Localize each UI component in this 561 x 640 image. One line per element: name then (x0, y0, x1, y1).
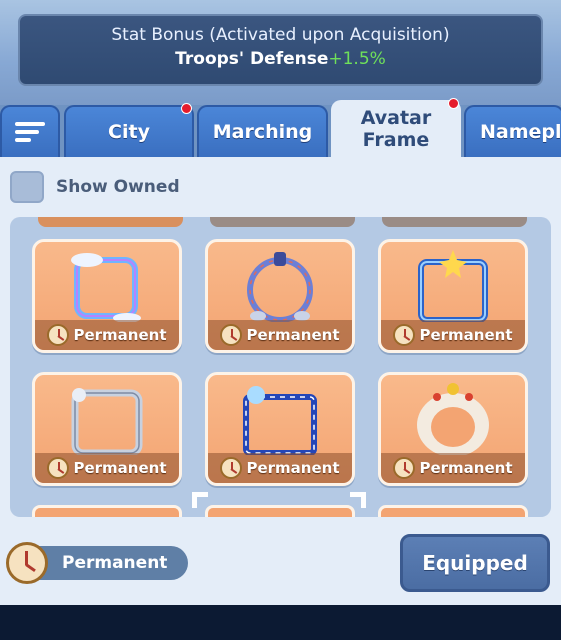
show-owned-checkbox[interactable] (10, 171, 44, 203)
tab-marching-label: Marching (212, 121, 313, 143)
lion-dance-frame-icon (417, 383, 489, 455)
clock-icon (47, 457, 70, 479)
clock-icon (393, 324, 416, 346)
selection-corner (350, 492, 366, 508)
duration-band: Permanent (208, 453, 352, 483)
clock-icon (220, 324, 243, 346)
duration-label: Permanent (419, 326, 513, 344)
partial-card (210, 217, 355, 227)
ice-star-frame-icon (418, 250, 488, 322)
show-owned-label: Show Owned (56, 177, 180, 197)
stat-bonus-value: +1.5% (328, 49, 386, 69)
partial-card (382, 217, 527, 227)
filter-icon (15, 120, 45, 144)
equipped-button[interactable]: Equipped (400, 534, 550, 592)
tab-city-label: City (108, 121, 150, 143)
frame-card[interactable]: Permanent (205, 239, 355, 353)
bottom-bar (0, 605, 561, 640)
frame-grid[interactable]: Permanent Permanent Permanent Permanent … (10, 217, 551, 517)
show-owned-toggle[interactable]: Show Owned (10, 171, 180, 203)
frame-card[interactable]: Permanent (32, 372, 182, 486)
equipped-button-label: Equipped (422, 551, 528, 575)
frame-card[interactable]: Permanent (378, 239, 528, 353)
frame-card[interactable]: Permanent (205, 372, 355, 486)
clock-icon (6, 542, 48, 584)
duration-label: Permanent (246, 326, 340, 344)
duration-band: Permanent (381, 453, 525, 483)
category-tabs: City Marching Avatar Frame Namepla (0, 98, 561, 158)
stat-bonus-label: Troops' Defense (175, 49, 329, 69)
duration-label: Permanent (73, 459, 167, 477)
duration-band: Permanent (35, 453, 179, 483)
frame-card[interactable]: Permanent (32, 239, 182, 353)
selection-corner (192, 492, 208, 508)
silver-mech-frame-icon (71, 388, 143, 455)
clock-icon (393, 457, 416, 479)
duration-band: Permanent (381, 320, 525, 350)
partial-card (32, 505, 182, 517)
partial-card (378, 505, 528, 517)
duration-label: Permanent (246, 459, 340, 477)
stat-bonus-line: Troops' Defense+1.5% (20, 49, 541, 69)
notification-dot (448, 98, 459, 109)
partial-card (38, 217, 183, 227)
tab-avatar-frame-label: Avatar Frame (360, 107, 432, 151)
stat-bonus-box: Stat Bonus (Activated upon Acquisition) … (18, 14, 543, 86)
cloud-rainbow-frame-icon (71, 253, 141, 322)
tab-nameplate-label: Namepla (480, 121, 561, 143)
duration-band: Permanent (208, 320, 352, 350)
duration-band: Permanent (35, 320, 179, 350)
frame-card[interactable]: Permanent (378, 372, 528, 486)
tab-city[interactable]: City (64, 103, 194, 157)
tab-avatar-frame[interactable]: Avatar Frame (331, 98, 461, 158)
selected-duration-label: Permanent (62, 553, 168, 573)
clock-icon (47, 324, 70, 346)
notification-dot (181, 103, 192, 114)
duration-label: Permanent (419, 459, 513, 477)
filter-button[interactable] (0, 105, 60, 157)
tab-marching[interactable]: Marching (197, 105, 328, 157)
lantern-ring-frame-icon (247, 252, 313, 322)
duration-label: Permanent (73, 326, 167, 344)
blue-festival-frame-icon (243, 386, 317, 455)
stat-bonus-title: Stat Bonus (Activated upon Acquisition) (111, 25, 450, 45)
partial-card (205, 505, 355, 517)
clock-icon (220, 457, 243, 479)
tab-nameplate[interactable]: Namepla (464, 105, 561, 157)
